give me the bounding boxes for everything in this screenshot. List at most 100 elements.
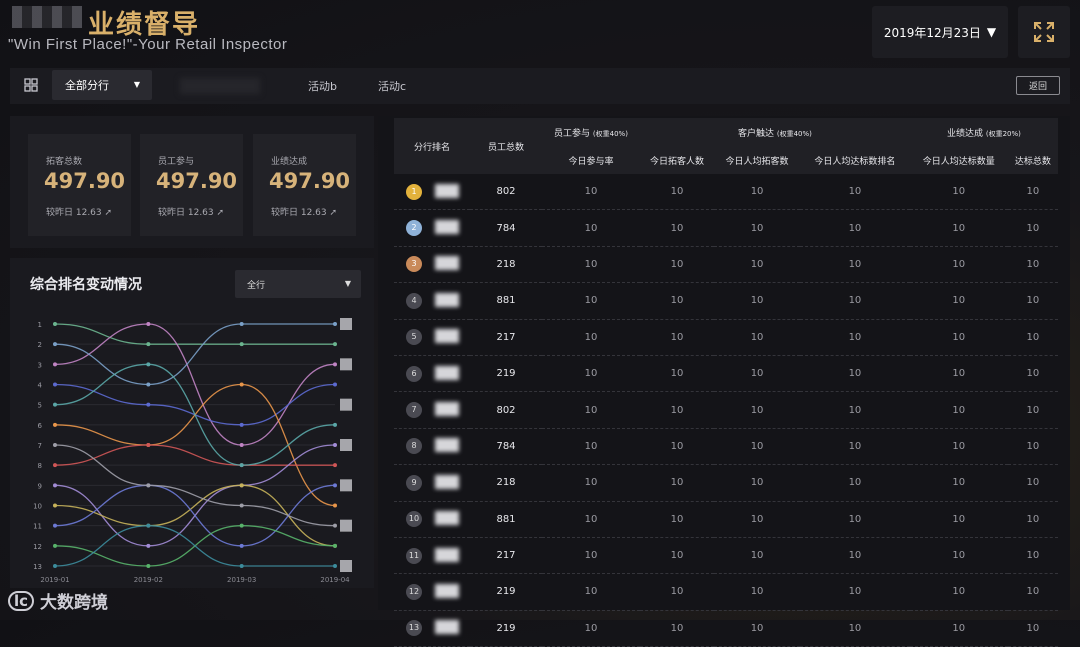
series-point (53, 564, 57, 568)
redacted-series-label (340, 560, 352, 572)
x-tick-label: 2019-03 (227, 576, 256, 584)
col-employees-header[interactable]: 员工总数 (470, 118, 542, 174)
table-row[interactable]: 4 881 10 10 10 10 10 10 (394, 282, 1058, 320)
table-row[interactable]: 6 219 10 10 10 10 10 10 (394, 355, 1058, 393)
date-label: 2019年12月23日 (883, 25, 981, 40)
series-point (239, 422, 244, 427)
rank-badge: 12 (406, 583, 422, 600)
table-row[interactable]: 13 219 10 10 10 10 10 10 (394, 610, 1058, 647)
metric-cell: 10 (1007, 246, 1058, 284)
col-header[interactable]: 达标总数 (1008, 146, 1058, 174)
employees-cell: 784 (470, 428, 542, 466)
metric-cell: 10 (714, 391, 801, 429)
metric-cell: 10 (909, 391, 1008, 429)
metric-cell: 10 (909, 246, 1008, 284)
tab-activity-c[interactable]: 活动c (378, 78, 406, 94)
metric-cell: 10 (800, 610, 910, 647)
metric-cell: 10 (909, 464, 1008, 502)
series-point (146, 543, 151, 548)
branch-select[interactable]: 全部分行 ▼ (52, 70, 152, 100)
tab-activity-b[interactable]: 活动b (308, 78, 337, 94)
y-tick-label: 8 (38, 462, 42, 470)
metric-cell: 10 (714, 209, 801, 247)
series-point (239, 382, 244, 387)
metric-cell: 10 (1007, 174, 1058, 211)
col-rank-header[interactable]: 分行排名 (394, 118, 470, 174)
metric-cell: 10 (640, 610, 715, 647)
col-header[interactable]: 今日参与率 (542, 146, 640, 174)
branch-ranking-table: 分行排名 员工总数 员工参与 (权重40%) 客户触达 (权重40%) 业绩达成… (394, 118, 1058, 647)
grid-menu-icon[interactable] (24, 78, 38, 92)
series-point (333, 503, 337, 508)
col-header[interactable]: 今日人均达标数排名 (800, 146, 910, 174)
redacted-branch-name (435, 620, 460, 635)
metric-cell: 10 (542, 573, 640, 611)
table-row[interactable]: 9 218 10 10 10 10 10 10 (394, 464, 1058, 502)
table-row[interactable]: 12 219 10 10 10 10 10 10 (394, 573, 1058, 611)
rank-badge: 10 (406, 511, 422, 528)
metric-cell: 10 (640, 174, 715, 211)
employees-cell: 881 (470, 282, 542, 320)
redacted-branch-name (435, 220, 460, 235)
y-tick-label: 6 (38, 422, 43, 430)
table-row[interactable]: 7 802 10 10 10 10 10 10 (394, 391, 1058, 429)
y-tick-label: 12 (33, 543, 42, 551)
rank-badge: 6 (406, 365, 422, 382)
table-row[interactable]: 10 881 10 10 10 10 10 10 (394, 501, 1058, 538)
employees-cell: 219 (470, 573, 542, 611)
metric-cell: 10 (714, 246, 801, 284)
metric-cell: 10 (542, 282, 640, 320)
series-point (53, 322, 57, 326)
rank-badge: 2 (406, 220, 422, 237)
series-point (239, 443, 244, 447)
chart-scope-select[interactable]: 全行 ▼ (235, 270, 361, 298)
metric-cell: 10 (640, 573, 715, 611)
table-row[interactable]: 8 784 10 10 10 10 10 10 (394, 428, 1058, 466)
metric-cell: 10 (542, 319, 640, 356)
series-point (146, 483, 151, 488)
metric-cell: 10 (640, 355, 715, 393)
employees-cell: 219 (470, 355, 542, 393)
series-line (54, 323, 335, 345)
metric-cell: 10 (640, 391, 715, 429)
metric-cell: 10 (909, 355, 1008, 393)
chart-title: 综合排名变动情况 (30, 277, 142, 293)
metric-cell: 10 (800, 501, 910, 538)
back-button[interactable]: 返回 (1016, 76, 1060, 95)
caret-down-icon: ▼ (986, 25, 997, 39)
kpi-card-participation: 员工参与 497.90 较昨日 12.63 ➚ (140, 134, 243, 236)
metric-cell: 10 (1007, 537, 1058, 575)
page-subtitle: "Win First Place!"-Your Retail Inspector (8, 36, 288, 53)
table-row[interactable]: 2 784 10 10 10 10 10 10 (394, 209, 1058, 247)
col-header[interactable]: 今日拓客人数 (640, 146, 714, 174)
col-header[interactable]: 今日人均达标数量 (910, 146, 1008, 174)
rank-badge: 8 (406, 438, 422, 455)
ranking-line-chart: 123456789101112132019-01 2019-02 2019-03 20… (33, 318, 352, 584)
table-row[interactable]: 3 218 10 10 10 10 10 10 (394, 246, 1058, 284)
metric-cell: 10 (800, 573, 910, 611)
kpi-delta: 较昨日 12.63 ➚ (271, 208, 338, 218)
kpi-delta: 较昨日 12.63 ➚ (46, 208, 113, 218)
y-tick-label: 7 (38, 442, 42, 450)
series-point (53, 443, 57, 447)
redacted-branch-name (435, 583, 460, 598)
table-row[interactable]: 1 802 10 10 10 10 10 10 (394, 174, 1058, 211)
date-picker[interactable]: 2019年12月23日 ▼ (872, 6, 1008, 58)
rank-cell: 5 (394, 319, 470, 356)
fullscreen-button[interactable] (1018, 6, 1070, 58)
metric-cell: 10 (909, 501, 1008, 538)
employees-cell: 881 (470, 501, 542, 538)
metric-cell: 10 (1007, 319, 1058, 356)
col-header[interactable]: 今日人均拓客数 (714, 146, 800, 174)
rank-cell: 7 (394, 391, 470, 429)
table-row[interactable]: 11 217 10 10 10 10 10 10 (394, 537, 1058, 575)
series-point (146, 523, 151, 528)
table-row[interactable]: 5 217 10 10 10 10 10 10 (394, 319, 1058, 356)
rank-badge: 1 (406, 183, 422, 200)
redacted-series-label (340, 439, 352, 451)
rank-cell: 12 (394, 573, 470, 611)
metric-cell: 10 (542, 537, 640, 575)
series-point (333, 523, 337, 528)
series-point (146, 362, 151, 367)
redacted-branch-name (435, 402, 460, 417)
